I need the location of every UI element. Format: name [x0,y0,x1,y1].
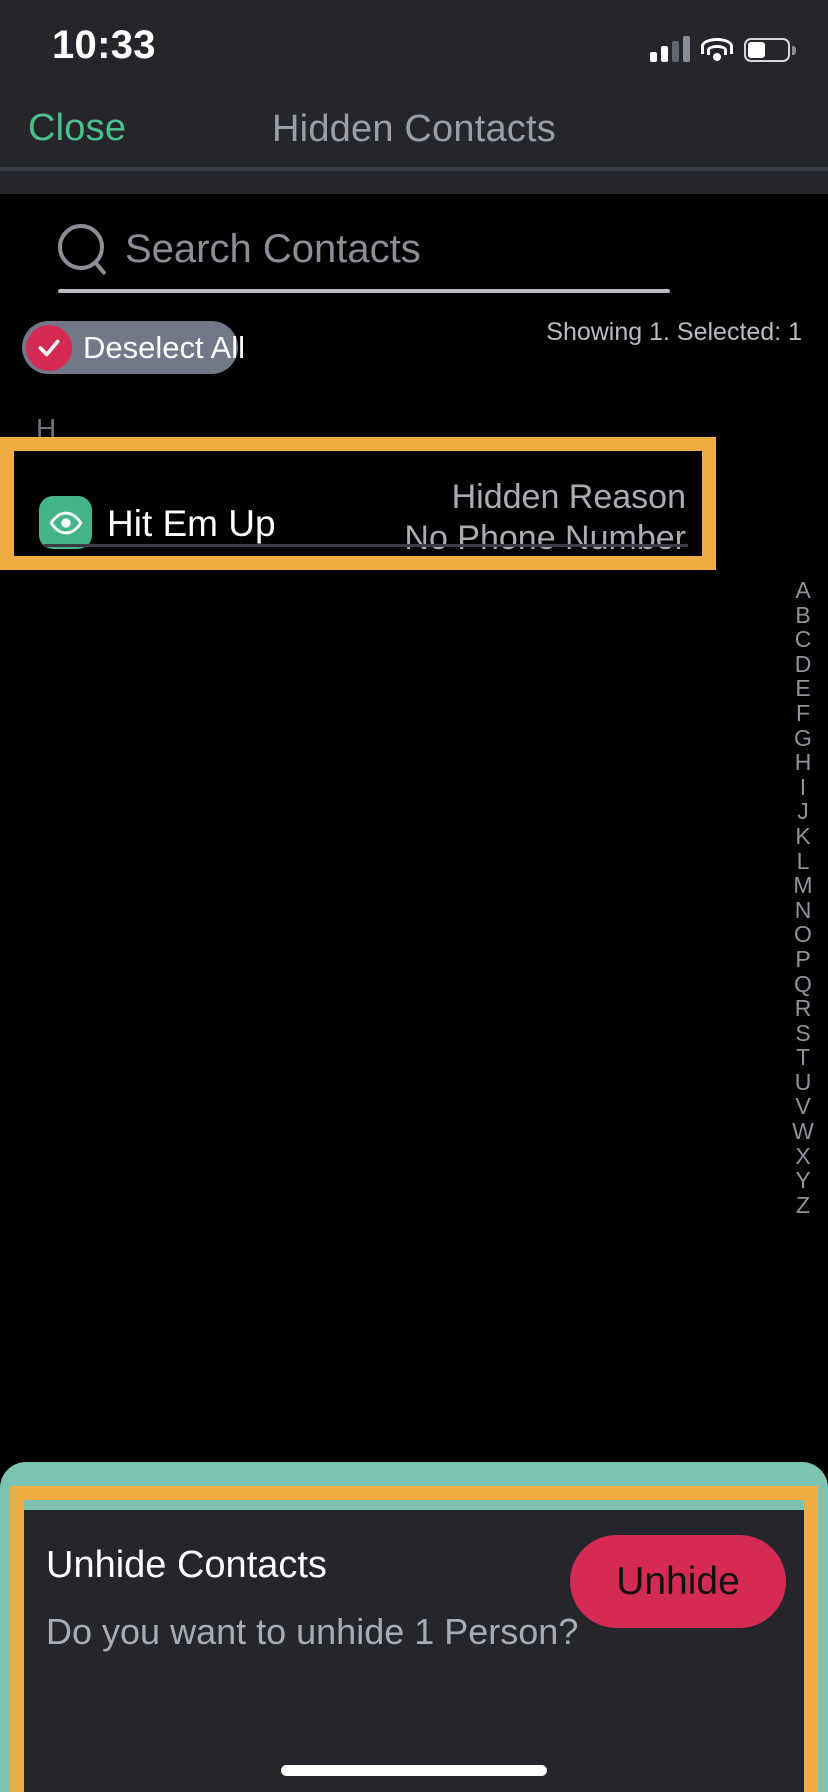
search-bar [0,218,828,298]
deselect-all-button[interactable]: Deselect All [22,321,245,374]
contact-list-item[interactable]: Hit Em Up Hidden Reason No Phone Number [14,451,702,557]
status-bar-indicators [650,28,796,62]
contact-name: Hit Em Up [107,503,276,544]
dialog-title: Unhide Contacts [46,1544,327,1586]
home-indicator [281,1765,547,1776]
nav-bar-divider [0,167,828,171]
highlight-box-confirm-dialog: Unhide Contacts Do you want to unhide 1 … [10,1486,818,1792]
selection-status-text: Showing 1. Selected: 1 [546,318,802,346]
alphabet-index-letter[interactable]: H [795,750,812,775]
dialog-subtitle: Do you want to unhide 1 Person? [46,1611,579,1652]
alphabet-index-letter[interactable]: V [795,1094,810,1119]
status-bar: 10:33 [0,0,828,88]
search-icon [58,224,104,270]
alphabet-index-letter[interactable]: Y [795,1168,810,1193]
alphabet-index-letter[interactable]: K [795,824,810,849]
alphabet-index-letter[interactable]: B [795,602,810,628]
search-underline [58,289,670,293]
app-screen: 10:33 Close Hidden Contacts Search Conta… [0,0,828,1792]
status-bar-time: 10:33 [52,23,156,67]
cellular-signal-icon [650,36,690,62]
battery-icon [744,38,796,62]
alphabet-index-letter[interactable]: E [795,676,810,701]
alphabet-index-letter[interactable]: W [792,1119,814,1144]
page-title: Hidden Contacts [272,108,556,150]
unhide-confirm-dialog: Unhide Contacts Do you want to unhide 1 … [24,1510,804,1792]
alphabet-index-letter[interactable]: L [797,848,810,874]
nav-bar-spacer [0,171,828,194]
highlight-box-contact-row: Hit Em Up Hidden Reason No Phone Number [0,437,716,570]
alphabet-index-letter[interactable]: X [795,1144,810,1169]
alphabet-index-scrubber[interactable]: A B C D E F G H I J K L M N O P Q R S T … [786,578,820,1217]
alphabet-index-letter[interactable]: O [794,922,812,947]
alphabet-index-letter[interactable]: M [793,873,812,898]
alphabet-index-letter[interactable]: C [795,627,812,652]
alphabet-index-letter[interactable]: Q [794,971,812,997]
alphabet-index-letter[interactable]: S [795,1021,810,1046]
alphabet-index-letter[interactable]: T [796,1045,810,1070]
alphabet-index-letter[interactable]: F [796,701,810,726]
navigation-bar: Close Hidden Contacts [0,88,828,170]
alphabet-index-letter[interactable]: I [800,775,806,800]
eye-icon [39,496,92,549]
alphabet-index-letter[interactable]: G [794,725,812,751]
row-divider [44,544,688,547]
bottom-sheet: Unhide Contacts Do you want to unhide 1 … [0,1462,828,1792]
hidden-reason-value: No Phone Number [404,519,686,557]
checkmark-icon [26,324,72,371]
deselect-all-label: Deselect All [83,329,245,365]
alphabet-index-letter[interactable]: N [795,898,812,923]
hidden-reason-label: Hidden Reason [451,478,686,516]
alphabet-index-letter[interactable]: U [795,1070,812,1095]
alphabet-index-letter[interactable]: A [795,578,810,603]
wifi-icon [701,38,733,62]
bottom-sheet-inner: Unhide Contacts Do you want to unhide 1 … [24,1500,804,1792]
unhide-button[interactable]: Unhide [570,1535,786,1628]
alphabet-index-letter[interactable]: J [797,799,809,824]
search-input[interactable] [125,218,673,280]
alphabet-index-letter[interactable]: P [795,947,810,972]
alphabet-index-letter[interactable]: Z [796,1193,810,1218]
alphabet-index-letter[interactable]: D [795,652,812,677]
alphabet-index-letter[interactable]: R [795,996,812,1021]
